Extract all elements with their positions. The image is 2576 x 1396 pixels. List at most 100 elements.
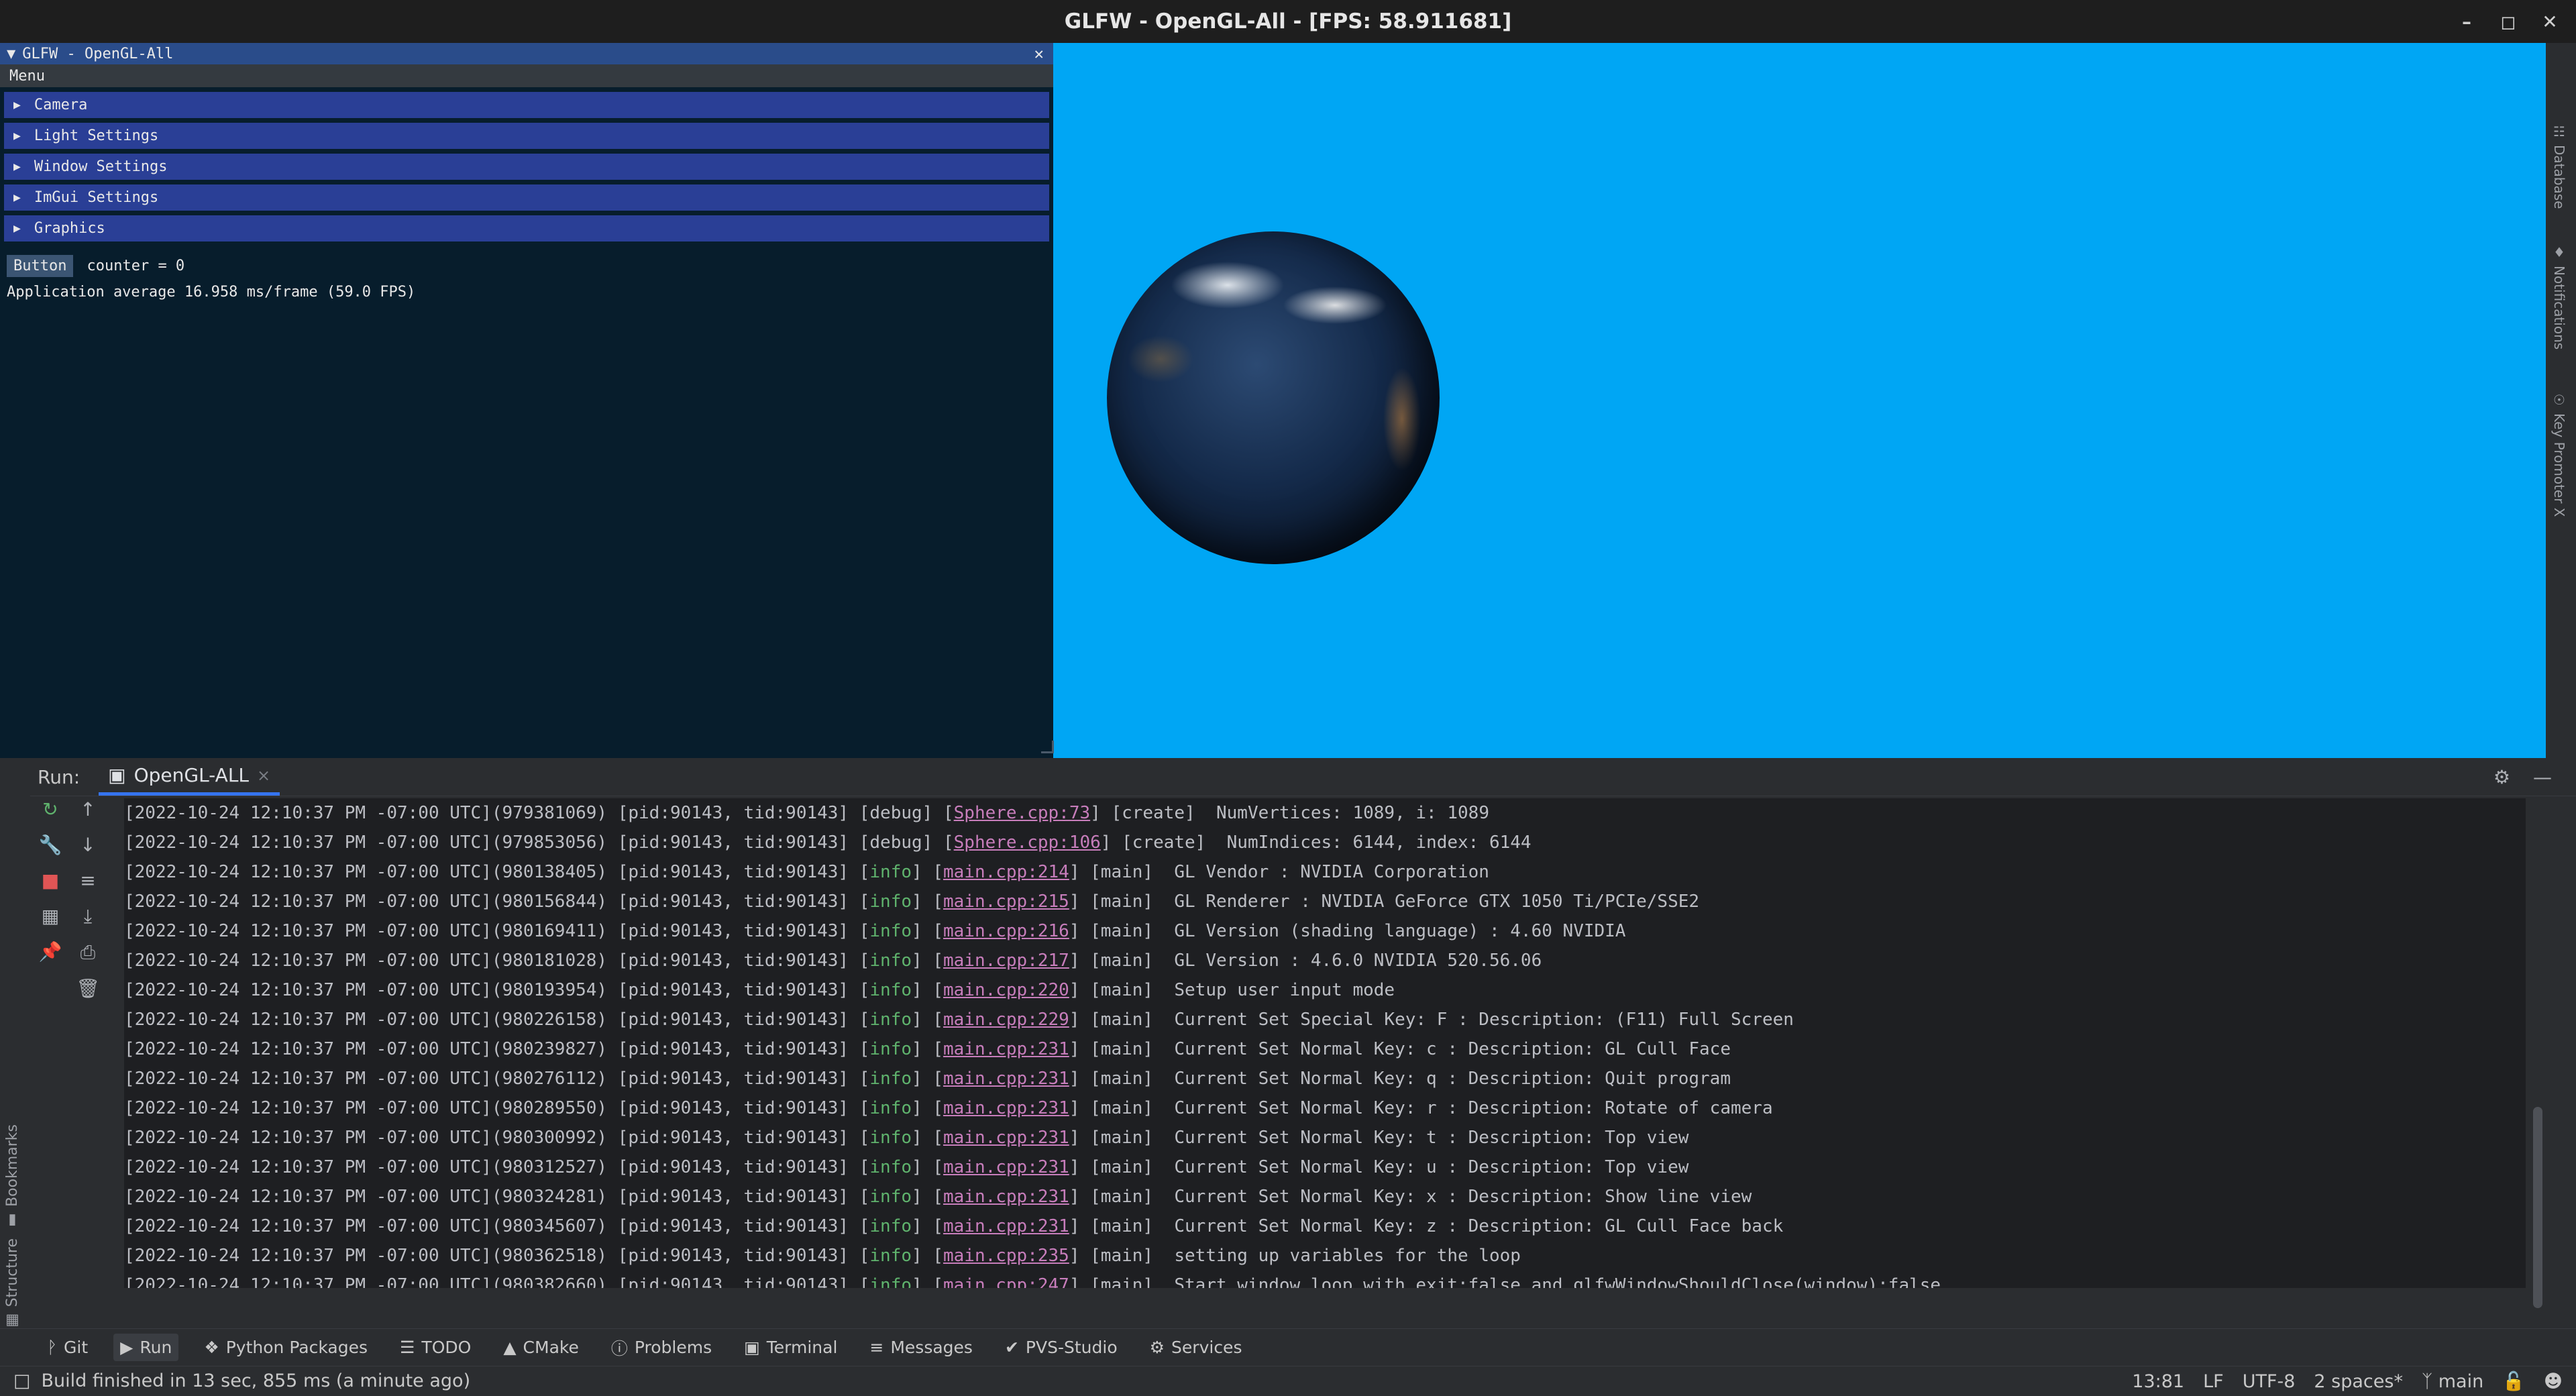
tab-close-icon[interactable]: × [257, 766, 270, 785]
packages-icon: ❖ [204, 1338, 219, 1357]
database-tab[interactable]: ☷ Database [2551, 123, 2567, 209]
log-message: ] [main] Start window loop with exit:fal… [1069, 1275, 1941, 1288]
print-icon[interactable]: ⎙ [80, 941, 95, 964]
tab-label: Bookmarks [4, 1124, 21, 1207]
git-branch[interactable]: ᛉ main [2422, 1371, 2483, 1392]
minimize-icon[interactable]: – [2455, 11, 2478, 33]
log-separator: ] [ [912, 1157, 943, 1177]
section-window-settings[interactable]: ▶ Window Settings [4, 154, 1049, 180]
tool-tab-problems[interactable]: ⓘ Problems [604, 1332, 718, 1364]
key-icon: ☉ [2551, 392, 2567, 408]
status-message[interactable]: □ Build finished in 13 sec, 855 ms (a mi… [13, 1371, 470, 1391]
log-source-link[interactable]: main.cpp:231 [943, 1098, 1069, 1118]
close-icon[interactable]: ✕ [2538, 11, 2561, 33]
hide-icon[interactable]: — [2533, 766, 2552, 788]
tool-tab-label: Services [1171, 1338, 1242, 1357]
log-source-link[interactable]: Sphere.cpp:73 [954, 803, 1091, 823]
user-icon[interactable]: ☻ [2544, 1371, 2563, 1392]
indent-setting[interactable]: 2 spaces* [2314, 1371, 2403, 1392]
pvs-icon: ✔ [1004, 1338, 1019, 1357]
tool-tab-label: Messages [890, 1338, 973, 1357]
imgui-close-icon[interactable]: ✕ [1034, 43, 1044, 64]
menu-item[interactable]: Menu [9, 68, 45, 85]
cmake-icon: ▲ [503, 1338, 517, 1357]
log-message: ] [main] Current Set Normal Key: c : Des… [1069, 1039, 1731, 1059]
log-source-link[interactable]: main.cpp:247 [943, 1275, 1069, 1288]
maximize-icon[interactable]: ◻ [2497, 11, 2520, 33]
log-source-link[interactable]: main.cpp:214 [943, 862, 1069, 882]
tool-tab-cmake[interactable]: ▲ CMake [496, 1334, 586, 1361]
tool-tab-python-packages[interactable]: ❖ Python Packages [197, 1334, 374, 1361]
stop-icon[interactable]: ■ [42, 869, 59, 892]
log-source-link[interactable]: main.cpp:235 [943, 1246, 1069, 1266]
lock-icon[interactable]: 🔓 [2502, 1371, 2525, 1392]
run-tab-label: OpenGL-ALL [133, 764, 250, 786]
status-bar: □ Build finished in 13 sec, 855 ms (a mi… [0, 1366, 2576, 1395]
log-source-link[interactable]: main.cpp:217 [943, 951, 1069, 971]
log-source-link[interactable]: main.cpp:216 [943, 921, 1069, 941]
tool-tab-terminal[interactable]: ▣ Terminal [737, 1334, 844, 1361]
log-separator: ] [ [912, 921, 943, 941]
trash-icon[interactable]: 🗑 [76, 977, 100, 1000]
rerun-icon[interactable]: ↻ [42, 798, 58, 820]
log-source-link[interactable]: main.cpp:215 [943, 892, 1069, 912]
tab-label: Key Promoter X [2551, 413, 2567, 517]
section-imgui-settings[interactable]: ▶ ImGui Settings [4, 184, 1049, 211]
log-line: [2022-10-24 12:10:37 PM -07:00 UTC](9803… [124, 1123, 2526, 1152]
console-scrollbar[interactable] [2533, 1107, 2542, 1308]
log-source-link[interactable]: main.cpp:220 [943, 980, 1069, 1000]
pin-icon[interactable]: 📌 [39, 941, 62, 963]
tool-tab-git[interactable]: ᚹ Git [40, 1334, 95, 1361]
notifications-tab[interactable]: ♦ Notifications [2551, 244, 2567, 350]
log-line: [2022-10-24 12:10:37 PM -07:00 UTC](9801… [124, 887, 2526, 916]
imgui-titlebar[interactable]: ▼ GLFW - OpenGL-All ✕ [0, 43, 1053, 64]
log-separator: ] [ [912, 1275, 943, 1288]
imgui-window[interactable]: ▼ GLFW - OpenGL-All ✕ Menu ▶ Camera ▶ Li… [0, 43, 1054, 758]
line-separator[interactable]: LF [2203, 1371, 2224, 1392]
tool-tab-services[interactable]: ⚙ Services [1143, 1334, 1249, 1361]
run-tab-opengl-all[interactable]: ▣ OpenGL-ALL × [99, 758, 280, 796]
tab-label: Notifications [2551, 266, 2567, 350]
soft-wrap-icon[interactable]: ≡ [80, 869, 95, 892]
tool-tab-messages[interactable]: ≡ Messages [863, 1334, 979, 1361]
bookmarks-tab[interactable]: ▮ Bookmarks [4, 1124, 21, 1229]
scroll-to-end-icon[interactable]: ⤓ [84, 905, 92, 928]
resize-grip-icon[interactable] [1041, 741, 1054, 753]
log-prefix: [2022-10-24 12:10:37 PM -07:00 UTC](9801… [124, 980, 870, 1000]
log-message: ] [create] NumIndices: 6144, index: 6144 [1100, 833, 1532, 853]
log-source-link[interactable]: main.cpp:231 [943, 1216, 1069, 1236]
log-source-link[interactable]: main.cpp:231 [943, 1128, 1069, 1148]
arrow-down-icon[interactable]: ↓ [80, 834, 95, 856]
counter-text: counter = 0 [87, 258, 185, 274]
structure-tab[interactable]: ▦ Structure [4, 1238, 21, 1329]
caret-position[interactable]: 13:81 [2132, 1371, 2184, 1392]
key-promoter-tab[interactable]: ☉ Key Promoter X [2551, 392, 2567, 517]
section-camera[interactable]: ▶ Camera [4, 92, 1049, 118]
log-message: ] [main] Current Set Normal Key: r : Des… [1069, 1098, 1773, 1118]
gear-icon[interactable]: ⚙ [2493, 766, 2510, 788]
collapse-icon[interactable]: ▼ [7, 46, 15, 62]
glfw-viewport[interactable]: ▼ GLFW - OpenGL-All ✕ Menu ▶ Camera ▶ Li… [0, 43, 2546, 758]
file-encoding[interactable]: UTF-8 [2243, 1371, 2296, 1392]
wrench-icon[interactable]: 🔧 [39, 834, 62, 856]
log-source-link[interactable]: main.cpp:229 [943, 1010, 1069, 1030]
log-source-link[interactable]: main.cpp:231 [943, 1187, 1069, 1207]
section-light-settings[interactable]: ▶ Light Settings [4, 123, 1049, 149]
imgui-button[interactable]: Button [7, 255, 74, 277]
log-source-link[interactable]: main.cpp:231 [943, 1039, 1069, 1059]
log-separator: ] [ [912, 1098, 943, 1118]
log-message: ] [main] Current Set Special Key: F : De… [1069, 1010, 1794, 1030]
arrow-up-icon[interactable]: ↑ [80, 798, 95, 820]
section-graphics[interactable]: ▶ Graphics [4, 215, 1049, 241]
log-source-link[interactable]: main.cpp:231 [943, 1069, 1069, 1089]
structure-icon: ▦ [4, 1312, 21, 1330]
log-message: ] [create] NumVertices: 1089, i: 1089 [1090, 803, 1489, 823]
tool-tab-pvs-studio[interactable]: ✔ PVS-Studio [998, 1334, 1124, 1361]
tool-tab-run[interactable]: ▶ Run [113, 1334, 179, 1361]
log-source-link[interactable]: main.cpp:231 [943, 1157, 1069, 1177]
log-source-link[interactable]: Sphere.cpp:106 [954, 833, 1101, 853]
left-tool-strip: ▮ Bookmarks ▦ Structure [0, 796, 30, 1329]
console-output[interactable]: [2022-10-24 12:10:37 PM -07:00 UTC](9793… [124, 798, 2526, 1288]
layout-icon[interactable]: ▦ [42, 905, 59, 927]
tool-tab-todo[interactable]: ☰ TODO [393, 1334, 478, 1361]
